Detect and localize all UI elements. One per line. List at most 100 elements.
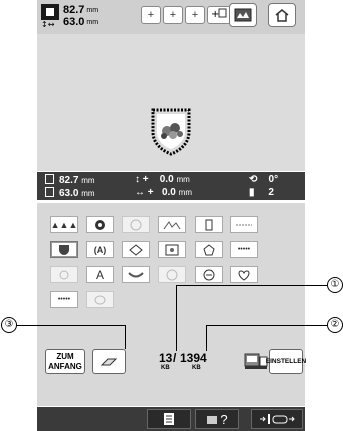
rectangle-frame-icon — [205, 219, 213, 230]
magnify-button-2[interactable]: + — [163, 6, 183, 24]
embroidery-edit-screen: ↕↔ 82.7 mm 63.0 mm + + + + 82.7 mm 63.0 … — [37, 0, 306, 431]
badge-icon — [166, 269, 178, 280]
oval-icon — [94, 295, 106, 304]
footer-bar: ? — [37, 407, 305, 431]
magnify-group: + + + + — [141, 6, 231, 24]
zum-label: ZUM — [56, 352, 74, 361]
func-button-r3c1[interactable] — [86, 291, 114, 308]
memory-total: 1394 — [180, 351, 207, 365]
func-button-r2c3[interactable] — [158, 266, 186, 283]
func-button-r2c0[interactable] — [50, 266, 78, 283]
func-button-r0c4[interactable] — [195, 216, 223, 233]
func-button-r1c3[interactable] — [158, 241, 186, 258]
home-icon — [275, 9, 289, 22]
height-icon — [45, 174, 54, 184]
memory-separator: / — [173, 351, 177, 365]
callout-3-line — [16, 325, 126, 326]
disabled-circle-icon — [130, 219, 142, 230]
memory-total-unit: KB — [192, 365, 201, 371]
func-button-r2c5[interactable] — [230, 266, 258, 283]
size-icon — [41, 4, 59, 20]
dots-icon: ••••• — [237, 246, 251, 253]
anfang-label: ANFANG — [48, 362, 82, 371]
pattern-height-value: 82.7 mm — [63, 4, 99, 16]
callout-3: ③ — [1, 317, 17, 333]
pattern-preview-area[interactable] — [37, 34, 305, 171]
func-button-r2c1[interactable]: A — [86, 266, 114, 283]
edit-function-grid: ▲▲▲ (A) ••••• A ••••• — [37, 203, 305, 313]
magnify-button-4[interactable]: + — [207, 6, 231, 24]
magnifier-icon: + — [211, 8, 227, 20]
callout-1: ① — [327, 277, 343, 293]
callout-2-line — [206, 325, 327, 326]
heart-icon — [238, 269, 250, 281]
func-button-r1c2[interactable] — [122, 241, 150, 258]
dots-icon: ••••• — [57, 296, 71, 303]
func-button-r0c1[interactable] — [86, 216, 114, 233]
image-view-button[interactable] — [229, 3, 257, 27]
arc-icon — [128, 271, 144, 277]
pentagon-icon — [203, 243, 215, 255]
func-button-r0c3[interactable] — [158, 216, 186, 233]
callout-1-leader — [176, 285, 177, 351]
machine-help-icon — [207, 416, 218, 424]
memory-used: 13 — [159, 351, 173, 365]
bracket-a-icon: (A) — [93, 244, 107, 255]
list-icon — [164, 413, 174, 425]
func-button-r1c0[interactable] — [50, 241, 78, 258]
func-button-r0c5[interactable] — [230, 216, 258, 233]
memory-used-unit: KB — [161, 365, 170, 371]
callout-3-leader — [125, 325, 126, 349]
size-arrows-label: ↕↔ — [41, 20, 55, 29]
func-button-r0c2[interactable] — [122, 216, 150, 233]
pattern-info-bar: 82.7 mm 63.0 mm ↕ + 0.0 mm ↔ + 0.0 mm ⟲ … — [37, 172, 305, 200]
delete-button[interactable] — [92, 349, 126, 374]
width-icon — [45, 187, 54, 197]
frame-image-icon — [165, 244, 179, 255]
stitch-density-icon — [163, 220, 181, 229]
func-button-r3c0[interactable]: ••••• — [50, 291, 78, 308]
magnify-button-3[interactable]: + — [185, 6, 205, 24]
color-wheel-icon — [95, 219, 105, 230]
callout-1-line — [176, 285, 327, 286]
func-button-r1c1[interactable]: (A) — [86, 241, 114, 258]
home-button[interactable] — [268, 3, 296, 27]
list-button[interactable] — [147, 409, 191, 429]
top-toolbar: ↕↔ 82.7 mm 63.0 mm + + + + — [37, 0, 305, 34]
triangles-icon: ▲▲▲ — [50, 219, 78, 230]
info-height: 82.7 mm — [45, 174, 95, 187]
shield-icon — [59, 244, 69, 255]
info-move-x: ↔ + 0.0 mm — [135, 187, 192, 198]
arrows-frame-icon — [260, 414, 295, 424]
info-thread-count: ▮ 2 — [249, 187, 274, 198]
func-button-r2c4[interactable] — [195, 266, 223, 283]
letter-a-icon: A — [95, 267, 104, 282]
star-icon — [59, 270, 69, 279]
pattern-width-value: 63.0 mm — [63, 16, 99, 28]
rotation-icon: ⟲ — [249, 174, 258, 185]
func-button-r0c0[interactable]: ▲▲▲ — [50, 216, 78, 233]
machine-icon — [244, 353, 268, 369]
help-label: ? — [220, 411, 228, 427]
image-view-icon — [234, 8, 252, 22]
func-button-r1c5[interactable]: ••••• — [230, 241, 258, 258]
info-width: 63.0 mm — [45, 187, 95, 200]
magnify-button-1[interactable]: + — [141, 6, 161, 24]
func-button-r2c2[interactable] — [122, 266, 150, 283]
eraser-icon — [100, 358, 118, 365]
stretch-icon — [236, 224, 252, 225]
info-rotation: ⟲ 0° — [249, 174, 279, 185]
diamond-icon — [129, 243, 143, 256]
svg-text:+: + — [211, 9, 219, 19]
func-button-r1c4[interactable] — [195, 241, 223, 258]
einstellen-button[interactable]: EINSTELLEN — [266, 349, 306, 374]
zum-anfang-button[interactable]: ZUM ANFANG — [45, 349, 85, 374]
callout-2-leader — [206, 325, 207, 351]
frame-move-button[interactable] — [251, 409, 303, 429]
circle-arrow-icon — [203, 269, 215, 280]
info-move-y: ↕ + 0.0 mm — [135, 174, 190, 185]
callout-2: ② — [327, 317, 343, 333]
embroidery-pattern-image — [151, 108, 191, 156]
spool-icon: ▮ — [249, 187, 255, 198]
help-button[interactable]: ? — [195, 409, 239, 429]
